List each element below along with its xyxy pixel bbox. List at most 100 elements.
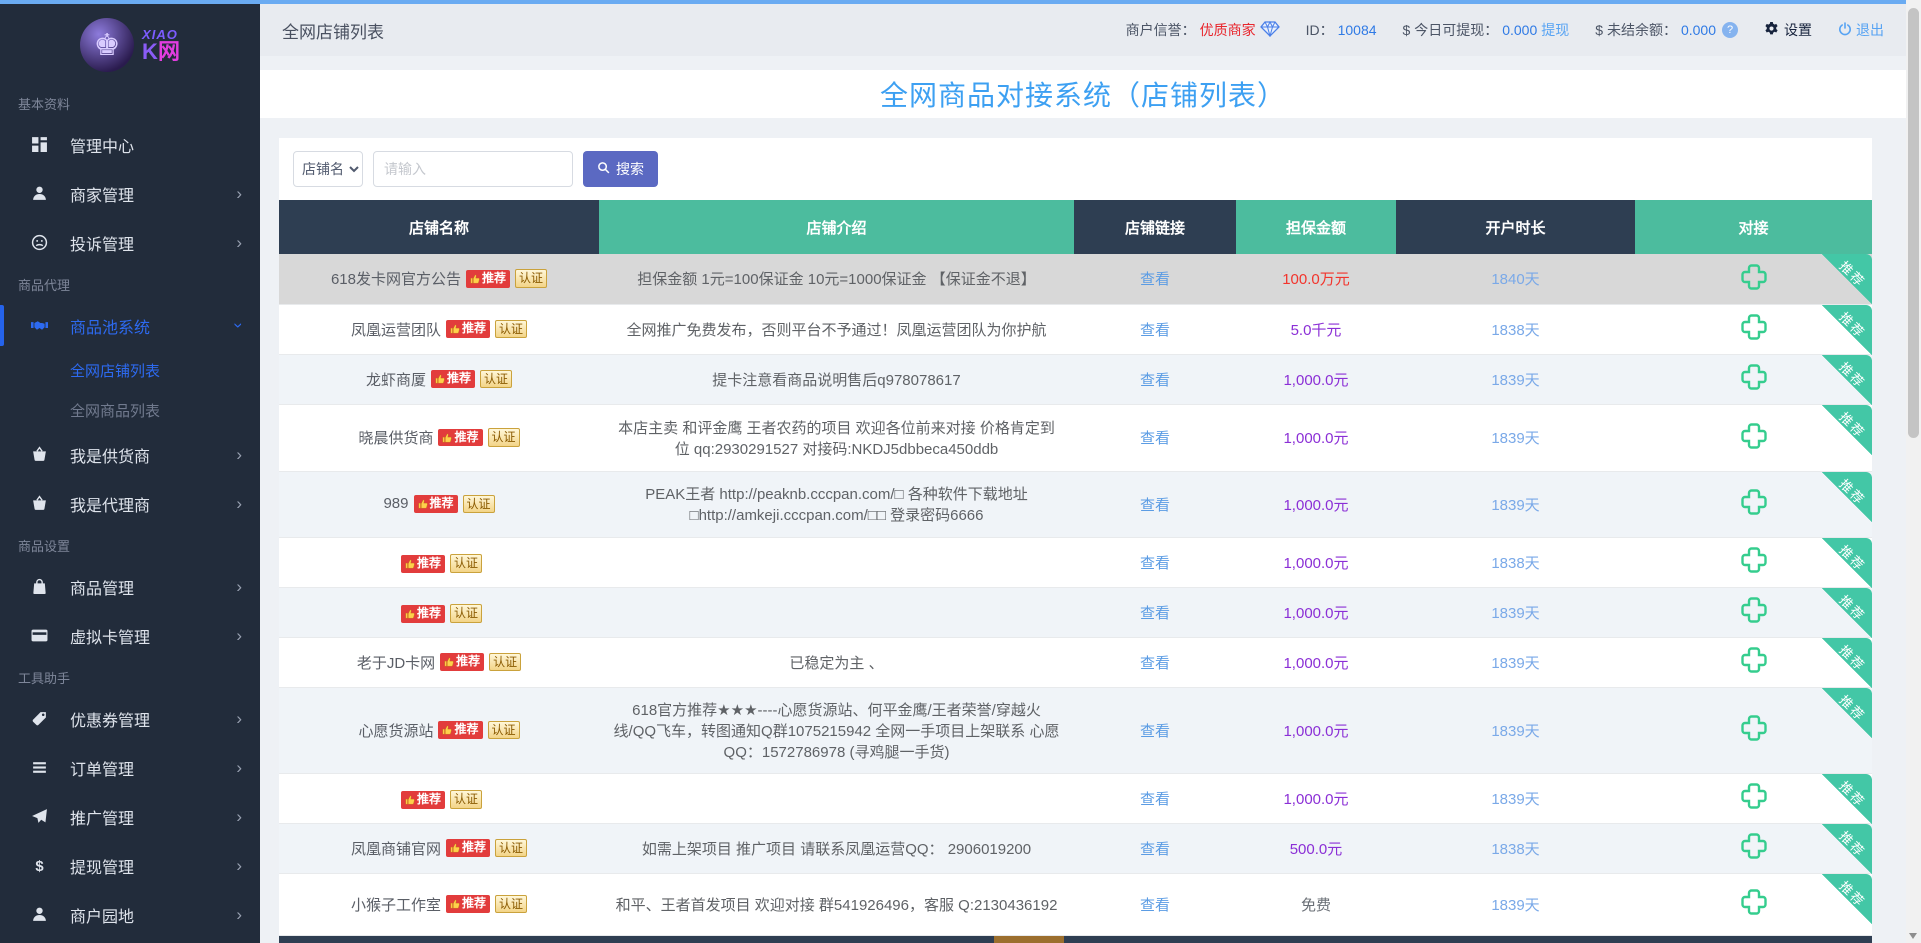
vertical-scrollbar[interactable] bbox=[1906, 0, 1921, 943]
connect-icon[interactable] bbox=[1739, 421, 1769, 451]
search-input[interactable] bbox=[373, 151, 573, 187]
search-field-select[interactable]: 店铺名 bbox=[293, 151, 363, 187]
chevron-right-icon: › bbox=[236, 759, 242, 776]
handshake-icon bbox=[30, 317, 48, 335]
shop-intro-cell: 已稳定为主 、 bbox=[599, 637, 1074, 687]
connect-cell: 推荐 bbox=[1635, 823, 1872, 873]
view-link[interactable]: 查看 bbox=[1140, 322, 1170, 339]
account-age-cell: 1839天 bbox=[1396, 471, 1635, 537]
basket-icon bbox=[30, 446, 48, 464]
sidebar-item[interactable]: 管理中心 bbox=[0, 120, 260, 169]
connect-cell: 推荐 bbox=[1635, 873, 1872, 935]
sidebar-item[interactable]: 优惠券管理› bbox=[0, 694, 260, 743]
help-icon[interactable]: ? bbox=[1722, 22, 1738, 38]
shop-name-cell: 推荐 认证 bbox=[279, 537, 599, 587]
shop-name-cell: 推荐 认证 bbox=[279, 587, 599, 637]
sidebar-item[interactable]: 商品池系统› bbox=[0, 301, 260, 350]
connect-icon[interactable] bbox=[1739, 487, 1769, 517]
thumbs-up-icon bbox=[450, 324, 460, 334]
view-link[interactable]: 查看 bbox=[1140, 271, 1170, 288]
connect-icon[interactable] bbox=[1739, 595, 1769, 625]
sidebar-subitem[interactable]: 全网商品列表 bbox=[0, 390, 260, 430]
sidebar-subitem[interactable]: 全网店铺列表 bbox=[0, 350, 260, 390]
view-link[interactable]: 查看 bbox=[1140, 897, 1170, 914]
recommend-ribbon: 推荐 bbox=[1822, 588, 1872, 638]
sidebar-item[interactable]: 商品管理› bbox=[0, 562, 260, 611]
scrollbar-thumb[interactable] bbox=[1908, 8, 1919, 438]
ribbon-label: 推荐 bbox=[1836, 256, 1871, 291]
account-age-cell: 1839天 bbox=[1396, 637, 1635, 687]
sidebar-item[interactable]: 商家管理› bbox=[0, 169, 260, 218]
view-link[interactable]: 查看 bbox=[1140, 555, 1170, 572]
sidebar-item-label: 订单管理 bbox=[70, 756, 134, 780]
view-link[interactable]: 查看 bbox=[1140, 605, 1170, 622]
sidebar-item[interactable]: 商户园地› bbox=[0, 890, 260, 939]
top-bar: 全网店铺列表 商户信誉： 优质商家 ID： 10084 $ 今日可提现： 0.0… bbox=[260, 4, 1906, 56]
sidebar-item[interactable]: 投诉管理› bbox=[0, 218, 260, 267]
chevron-right-icon: › bbox=[231, 323, 248, 329]
shop-name-cell: 推荐 认证 bbox=[279, 773, 599, 823]
guarantee-amount: 5.0千元 bbox=[1291, 322, 1342, 339]
header-info: 商户信誉： 优质商家 ID： 10084 $ 今日可提现： 0.000 提现 $… bbox=[1126, 20, 1884, 40]
search-button[interactable]: 搜索 bbox=[583, 151, 658, 187]
guarantee-cell: 1,000.0元 bbox=[1236, 537, 1396, 587]
shop-name-cell: 凤凰商铺官网 推荐 认证 bbox=[279, 823, 599, 873]
recommend-ribbon: 推荐 bbox=[1822, 355, 1872, 405]
account-age: 1839天 bbox=[1491, 655, 1539, 672]
settings-button[interactable]: 设置 bbox=[1764, 20, 1812, 40]
guarantee-amount: 免费 bbox=[1301, 897, 1331, 914]
view-link[interactable]: 查看 bbox=[1140, 841, 1170, 858]
view-link[interactable]: 查看 bbox=[1140, 791, 1170, 808]
recommend-ribbon: 推荐 bbox=[1822, 774, 1872, 824]
recommend-badge-label: 推荐 bbox=[456, 654, 480, 670]
connect-icon[interactable] bbox=[1739, 362, 1769, 392]
next-row-peek bbox=[279, 936, 1872, 943]
thumbs-up-icon bbox=[418, 499, 428, 509]
connect-icon[interactable] bbox=[1739, 713, 1769, 743]
shop-link-cell: 查看 bbox=[1074, 471, 1236, 537]
connect-icon[interactable] bbox=[1739, 645, 1769, 675]
view-link[interactable]: 查看 bbox=[1140, 655, 1170, 672]
view-link[interactable]: 查看 bbox=[1140, 497, 1170, 514]
ticket-icon bbox=[30, 710, 48, 728]
sidebar-item[interactable]: 推广管理› bbox=[0, 792, 260, 841]
shop-link-cell: 查看 bbox=[1074, 687, 1236, 773]
connect-icon[interactable] bbox=[1739, 312, 1769, 342]
sidebar-item[interactable]: 我是供货商› bbox=[0, 430, 260, 479]
shop-intro-cell bbox=[599, 537, 1074, 587]
recommend-ribbon: 推荐 bbox=[1822, 405, 1872, 455]
account-age: 1838天 bbox=[1491, 555, 1539, 572]
shop-link-cell: 查看 bbox=[1074, 637, 1236, 687]
scrollbar-down-arrow[interactable] bbox=[1909, 933, 1917, 939]
recommend-ribbon: 推荐 bbox=[1822, 824, 1872, 874]
sidebar-item[interactable]: $提现管理› bbox=[0, 841, 260, 890]
certified-badge: 认证 bbox=[463, 495, 495, 514]
connect-icon[interactable] bbox=[1739, 781, 1769, 811]
withdraw-link[interactable]: 提现 bbox=[1541, 20, 1569, 40]
table-row: 推荐 认证 查看 1,000.0元 1838天 推荐 bbox=[279, 537, 1872, 587]
bag-icon bbox=[30, 578, 48, 596]
logout-button[interactable]: 退出 bbox=[1838, 20, 1884, 40]
gem-icon bbox=[1260, 21, 1280, 40]
view-link[interactable]: 查看 bbox=[1140, 723, 1170, 740]
sidebar-item-label: 投诉管理 bbox=[70, 231, 134, 255]
view-link[interactable]: 查看 bbox=[1140, 372, 1170, 389]
view-link[interactable]: 查看 bbox=[1140, 430, 1170, 447]
connect-cell: 推荐 bbox=[1635, 304, 1872, 354]
connect-icon[interactable] bbox=[1739, 831, 1769, 861]
nav-section-label: 基本资料 bbox=[0, 86, 260, 120]
connect-icon[interactable] bbox=[1739, 262, 1769, 292]
table-row: 老于JD卡网 推荐 认证 已稳定为主 、 查看 1,000.0元 1839天 推… bbox=[279, 637, 1872, 687]
shop-name: 小猴子工作室 bbox=[351, 894, 441, 915]
connect-icon[interactable] bbox=[1739, 887, 1769, 917]
account-age: 1839天 bbox=[1491, 430, 1539, 447]
guarantee-cell: 1,000.0元 bbox=[1236, 587, 1396, 637]
connect-icon[interactable] bbox=[1739, 545, 1769, 575]
sidebar-item[interactable]: 我是代理商› bbox=[0, 479, 260, 528]
sidebar-item[interactable]: 虚拟卡管理› bbox=[0, 611, 260, 660]
table-row: 凤凰运营团队 推荐 认证 全网推广免费发布，否则平台不予通过！凤凰运营团队为你护… bbox=[279, 304, 1872, 354]
sidebar-item[interactable]: 订单管理 › bbox=[0, 743, 260, 792]
ribbon-label: 推荐 bbox=[1836, 876, 1871, 911]
user-icon bbox=[30, 906, 48, 924]
col-account-age: 开户时长 bbox=[1396, 200, 1635, 254]
